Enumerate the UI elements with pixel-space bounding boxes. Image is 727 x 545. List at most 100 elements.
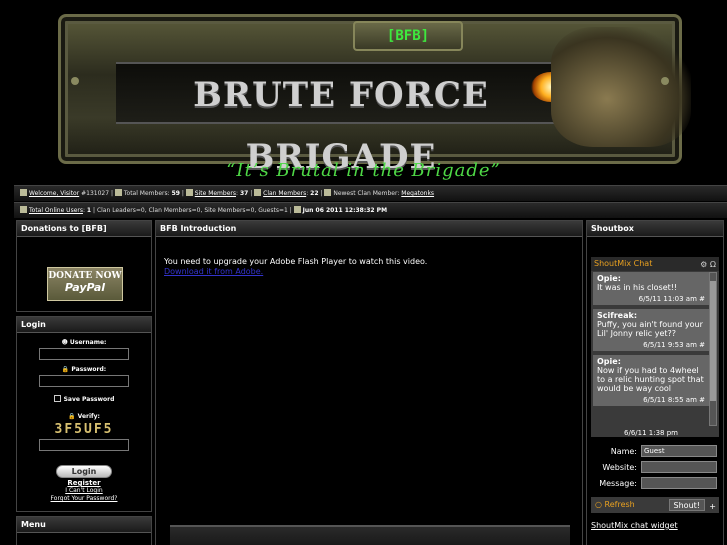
server-datetime: Jun 06 2011 12:38:32 PM [302,207,388,214]
newest-label: Newest Clan Member: [333,190,400,197]
shout-message: Opie: Now if you had to 4wheel to a reli… [593,355,709,406]
donations-panel: Donations to [BFB] DONATE NOW PayPal [16,220,152,312]
login-panel: Login ☻ Username: 🔒 Password: Save Passw… [16,316,152,512]
members-icon [114,189,122,196]
site-slogan: “It’s Brutal in the Brigade” [226,160,501,181]
site-members-link[interactable]: Site Members [195,190,236,197]
shout-text: It was in his closet!! [597,283,678,292]
shoutmix-title: ShoutMix Chat [594,259,653,268]
shout-author[interactable]: Scifreak: [597,311,705,320]
register-link[interactable]: Register [17,479,151,487]
site-banner: [BFB] BRUTE FORCE BRIGADE [58,14,691,177]
menu-panel: Menu [16,516,152,545]
shout-toolbar: ○ Refresh Shout! + [591,497,719,513]
verify-input[interactable] [39,439,129,451]
clan-members-link[interactable]: Clan Members [263,190,306,197]
username-label: Username: [69,339,107,346]
login-title: Login [17,317,151,333]
donate-label: DONATE NOW [48,271,122,281]
website-row: Website: [593,461,719,473]
site-members-count: 37 [239,190,249,197]
user-icon [20,189,27,196]
shout-time: 6/5/11 11:03 am # [638,295,705,303]
welcome-link[interactable]: Welcome, Visitor [29,190,79,197]
message-input[interactable] [641,477,717,489]
flash-message: You need to upgrade your Adobe Flash Pla… [164,257,428,266]
clan-members-online: Clan Members=0 [148,207,201,214]
paypal-donate-button[interactable]: DONATE NOW PayPal [47,267,123,301]
newest-member-link[interactable]: Megatonks [401,190,434,197]
rivet-icon [661,77,669,85]
refresh-icon[interactable]: ○ [595,500,602,509]
online-icon [20,206,27,213]
visitor-id: #131027 [81,190,110,197]
forgot-password-link[interactable]: Forgot Your Password? [17,495,151,503]
shoutbox-panel: Shoutbox ShoutMix Chat ⚙ Ω Opie: It was … [586,220,724,545]
lock-icon: 🔒 [68,413,76,420]
shout-scrollbar[interactable] [709,272,717,426]
shout-author[interactable]: Opie: [597,357,705,366]
login-button[interactable]: Login [56,465,112,478]
banner-title: BRUTE FORCE BRIGADE [116,62,566,177]
shout-button[interactable]: Shout! [668,499,705,511]
donations-title: Donations to [BFB] [17,221,151,237]
newest-icon [324,189,332,196]
online-users-link[interactable]: Total Online Users [29,207,83,214]
clan-leaders-online: Clan Leaders=0 [96,207,145,214]
shoutbox-title: Shoutbox [587,221,723,237]
intro-title: BFB Introduction [156,221,582,237]
message-row: Message: [593,477,719,489]
shout-message: Scifreak: Puffy, you ain't found your Li… [593,309,709,351]
clan-icon [254,189,262,196]
password-input[interactable] [39,375,129,387]
shout-time: 6/5/11 9:53 am # [643,341,705,349]
adobe-download-link[interactable]: Download it from Adobe. [164,267,263,276]
banner-tag: [BFB] [353,21,463,51]
name-input[interactable]: Guest [641,445,717,457]
hourglass-icon [293,206,301,213]
expand-button[interactable]: + [709,499,716,515]
shoutmix-widget: ShoutMix Chat ⚙ Ω Opie: It was in his cl… [591,257,719,437]
intro-image [170,525,570,545]
rivet-icon [71,77,79,85]
website-label: Website: [602,462,637,472]
user-icon: ☻ [61,339,68,346]
settings-icon[interactable]: ⚙ Ω [700,258,716,272]
username-input[interactable] [39,348,129,360]
shout-author[interactable]: Opie: [597,274,705,283]
website-input[interactable] [641,461,717,473]
stats-bar: Welcome, Visitor #131027 | Total Members… [14,185,727,201]
shout-messages: Opie: It was in his closet!! 6/5/11 11:0… [593,272,709,426]
online-count: 1 [86,207,92,214]
verify-label: Verify: [77,413,100,420]
site-icon [185,189,193,196]
captcha-image: 3F5UF5 [54,422,114,437]
total-members-label: Total Members: [123,190,170,197]
shout-message: Opie: It was in his closet!! 6/5/11 11:0… [593,272,709,305]
intro-panel: BFB Introduction You need to upgrade you… [155,220,583,545]
message-label: Message: [599,478,637,488]
total-members-count: 59 [171,190,180,197]
lock-icon: 🔒 [61,366,70,373]
site-members-online: Site Members=0 [204,207,255,214]
shout-text: Puffy, you ain't found your Lil' Jonny r… [597,320,703,338]
save-password-checkbox[interactable] [53,395,61,402]
refresh-button[interactable]: Refresh [605,500,635,509]
shout-last-time: 6/6/11 1:38 pm [624,429,678,437]
shout-time: 6/5/11 8:55 am # [643,396,705,404]
password-label: Password: [71,366,107,373]
save-password-label: Save Password [63,396,115,403]
paypal-label: PayPal [64,281,106,294]
menu-title: Menu [17,517,151,533]
shoutmix-widget-link[interactable]: ShoutMix chat widget [591,521,678,530]
clan-members-count: 22 [310,190,319,197]
scroll-thumb[interactable] [710,281,716,401]
cant-login-link[interactable]: I Can't Login [17,487,151,495]
name-row: Name: Guest [593,445,719,457]
name-label: Name: [610,446,637,456]
shoutmix-header: ShoutMix Chat ⚙ Ω [591,257,719,271]
tank-image [551,27,691,147]
guests-online: Guests=1 [258,207,288,214]
shout-text: Now if you had to 4wheel to a relic hunt… [597,366,704,393]
online-bar: Total Online Users: 1 | Clan Leaders=0, … [14,202,727,218]
